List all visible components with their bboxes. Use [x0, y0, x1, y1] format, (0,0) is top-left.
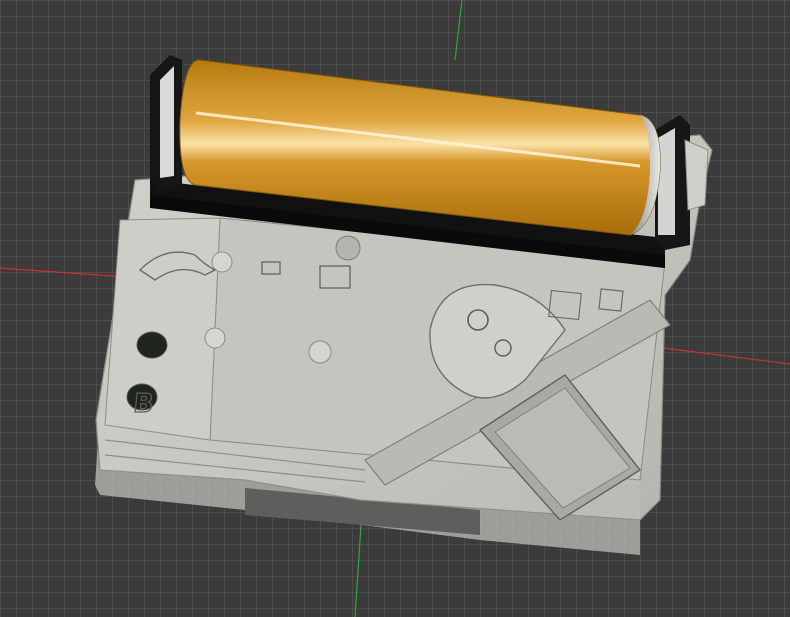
- mount-hole-mid: [308, 340, 332, 364]
- mount-hole-left-low: [204, 327, 226, 349]
- engraved-letter: B: [132, 389, 155, 419]
- mount-hole-top: [335, 235, 361, 261]
- left-wall: [104, 217, 221, 441]
- cad-viewport[interactable]: B: [0, 0, 790, 617]
- 3d-model-render: B: [0, 0, 790, 617]
- right-corner-post: [684, 139, 709, 211]
- mount-hole-left: [211, 251, 233, 273]
- led-hole-1: [136, 331, 168, 359]
- z-axis-line: [454, 0, 463, 61]
- holder-left-inner: [160, 66, 174, 178]
- z-axis-line-bottom: [354, 509, 363, 617]
- holder-right-inner: [658, 128, 675, 235]
